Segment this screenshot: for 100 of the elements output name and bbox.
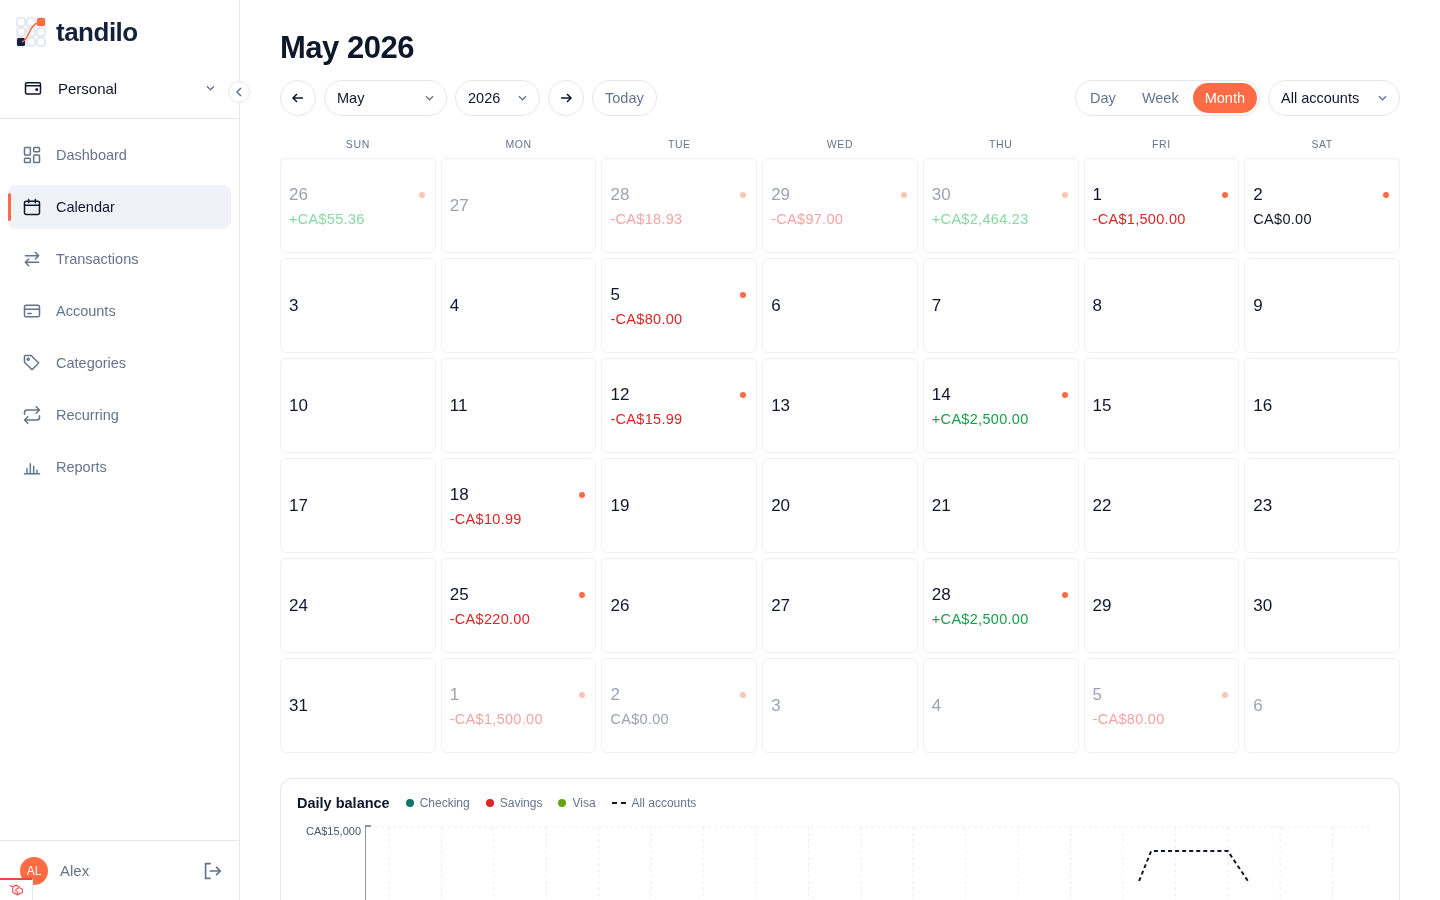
next-button[interactable] <box>548 80 584 116</box>
wallet-icon <box>24 79 42 97</box>
day-cell[interactable]: 18 -CA$10.99 <box>440 458 597 553</box>
collapse-button[interactable] <box>228 81 250 103</box>
day-number: 11 <box>449 395 468 416</box>
day-cell[interactable]: 15 <box>1083 358 1240 453</box>
view-tab[interactable]: Day <box>1078 83 1128 113</box>
day-cell[interactable]: 12 -CA$15.99 <box>601 358 758 453</box>
arrow-left-icon <box>291 91 305 105</box>
day-number: 13 <box>771 395 791 416</box>
day-cell[interactable]: 20 <box>762 458 918 553</box>
nav-item[interactable]: Reports <box>8 445 231 489</box>
day-cell[interactable]: 6 <box>762 258 918 353</box>
activity-dot <box>579 692 586 698</box>
day-number: 2 <box>610 684 620 705</box>
weekday-label: SAT <box>1310 138 1334 150</box>
day-cell[interactable]: 17 <box>280 458 436 553</box>
weekday-label: SUN <box>344 138 371 150</box>
brand-name: tandilo <box>56 16 138 48</box>
year-select[interactable]: 2026 <box>455 80 540 116</box>
day-number: 19 <box>610 495 630 516</box>
weekday-label: FRI <box>1151 138 1172 150</box>
nav-item[interactable]: Recurring <box>8 393 231 437</box>
nav-item[interactable]: Dashboard <box>8 133 231 177</box>
day-cell[interactable]: 9 <box>1244 258 1400 353</box>
day-number: 6 <box>1253 695 1263 716</box>
debug-badge[interactable] <box>0 878 33 900</box>
legend-label: Checking <box>419 796 470 810</box>
activity-dot <box>1222 192 1229 198</box>
day-cell[interactable]: 24 <box>280 558 436 653</box>
day-cell[interactable]: 19 <box>601 458 758 553</box>
day-cell[interactable]: 5 -CA$80.00 <box>601 258 758 353</box>
activity-dot <box>1061 592 1068 598</box>
weekday-label: THU <box>988 138 1014 150</box>
day-cell[interactable]: 8 <box>1083 258 1240 353</box>
today-button[interactable]: Today <box>592 80 657 116</box>
day-cell[interactable]: 13 <box>762 358 918 453</box>
day-amount: +CA$2,464.23 <box>931 210 1029 227</box>
day-cell[interactable]: 23 <box>1244 458 1400 553</box>
view-tab[interactable]: Week <box>1129 83 1191 113</box>
panel-title: Daily balance <box>297 795 390 811</box>
day-cell[interactable]: 31 <box>280 658 436 753</box>
day-cell[interactable]: 26 <box>601 558 758 653</box>
day-number: 12 <box>610 384 630 405</box>
day-number: 31 <box>289 695 308 716</box>
day-cell[interactable]: 7 <box>922 258 1079 353</box>
day-amount: -CA$80.00 <box>1092 710 1165 727</box>
chevron-left-icon <box>235 87 243 97</box>
day-cell[interactable]: 14 +CA$2,500.00 <box>922 358 1079 453</box>
day-cell[interactable]: 3 <box>280 258 436 353</box>
day-cell[interactable]: 16 <box>1244 358 1400 453</box>
account-select[interactable]: All accounts <box>1268 80 1400 116</box>
activity-dot <box>900 192 907 198</box>
day-cell[interactable]: 25 -CA$220.00 <box>440 558 597 653</box>
day-number: 30 <box>931 184 951 205</box>
day-number: 3 <box>289 295 299 316</box>
day-amount: CA$0.00 <box>610 710 669 727</box>
day-number: 25 <box>449 584 469 605</box>
day-amount: +CA$2,500.00 <box>931 610 1029 627</box>
day-number: 18 <box>449 484 469 505</box>
activity-dot <box>579 592 586 598</box>
day-number: 4 <box>449 295 460 316</box>
repeat-icon <box>22 405 42 425</box>
day-cell[interactable]: 10 <box>280 358 436 453</box>
day-cell[interactable]: 21 <box>922 458 1079 553</box>
cube-icon <box>7 882 25 898</box>
activity-dot <box>1061 192 1068 198</box>
nav-item[interactable]: Transactions <box>8 237 231 281</box>
activity-dot <box>1222 692 1229 698</box>
day-amount: -CA$1,500.00 <box>449 710 543 727</box>
previous-button[interactable] <box>280 80 316 116</box>
day-number: 30 <box>1253 595 1273 616</box>
day-cell[interactable]: 27 <box>762 558 918 653</box>
nav-item[interactable]: Accounts <box>8 289 231 333</box>
chevron-icon <box>206 85 215 91</box>
day-cell[interactable]: 4 <box>440 258 597 353</box>
day-cell[interactable]: 2 CA$0.00 <box>1244 158 1400 253</box>
day-number: 5 <box>610 284 620 305</box>
day-cell[interactable]: 28 +CA$2,500.00 <box>922 558 1079 653</box>
day-amount: CA$0.00 <box>1253 210 1312 227</box>
user-name: Alex <box>60 861 91 881</box>
day-amount: -CA$15.99 <box>610 410 683 427</box>
day-number: 8 <box>1092 295 1103 316</box>
nav-item[interactable]: Categories <box>8 341 231 385</box>
day-number: 5 <box>1092 684 1103 705</box>
day-number: 10 <box>289 395 308 416</box>
chevron-icon <box>425 95 434 101</box>
page-title: May 2026 <box>280 30 415 66</box>
day-cell[interactable]: 11 <box>440 358 597 453</box>
day-cell[interactable]: 30 <box>1244 558 1400 653</box>
dashboard-icon <box>22 145 42 165</box>
day-number: 16 <box>1253 395 1273 416</box>
day-cell[interactable]: 29 <box>1083 558 1240 653</box>
nav-item[interactable]: Calendar <box>8 185 231 229</box>
legend-label: Savings <box>499 796 543 810</box>
day-cell[interactable]: 1 -CA$1,500.00 <box>1083 158 1240 253</box>
day-number: 1 <box>1092 184 1103 205</box>
day-number: 15 <box>1092 395 1112 416</box>
month-select[interactable]: May <box>324 80 447 116</box>
day-cell[interactable]: 22 <box>1083 458 1240 553</box>
